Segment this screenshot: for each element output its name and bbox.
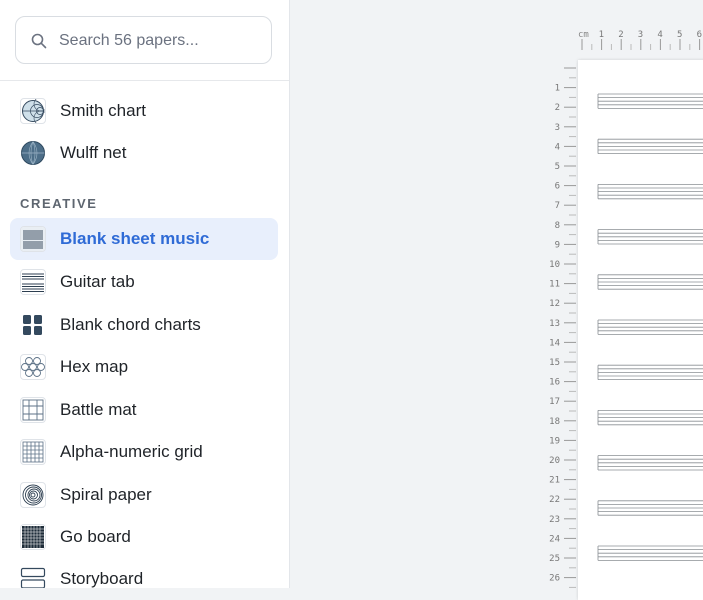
ruler-label: 4 xyxy=(555,142,560,152)
sidebar: Smith chart Wulff net CREATIVE xyxy=(0,0,290,588)
ruler-label: 19 xyxy=(549,436,560,446)
sidebar-item-blank-sheet-music[interactable]: Blank sheet music xyxy=(10,218,278,260)
ruler-label: 4 xyxy=(657,30,662,40)
ruler-label: 25 xyxy=(549,554,560,564)
staff-lines xyxy=(597,93,703,561)
ruler-label: 1 xyxy=(599,30,604,40)
vertical-ruler: 1234567891011121314151617181920212223242… xyxy=(549,67,576,588)
ruler-label: 2 xyxy=(555,103,560,113)
go-board-icon xyxy=(20,524,46,550)
paper-sheet xyxy=(578,60,703,600)
ruler-label: 9 xyxy=(555,240,560,250)
alpha-numeric-grid-icon xyxy=(20,439,46,465)
sidebar-item-label: Blank sheet music xyxy=(60,229,210,248)
paper-preview: cm 1 2 3 4 5 6 1 2 3 4 5 6 7 8 9 10 11 12 13 14 15 16 17 18 19 20… xyxy=(290,0,703,600)
ruler-label: 13 xyxy=(549,319,560,329)
ruler-label: 8 xyxy=(555,221,560,231)
sidebar-item-guitar-tab[interactable]: Guitar tab xyxy=(10,261,278,303)
ruler-label: 17 xyxy=(549,397,560,407)
ruler-label: 26 xyxy=(549,574,560,584)
sidebar-item-battle-mat[interactable]: Battle mat xyxy=(10,389,278,431)
ruler-label: 2 xyxy=(618,30,623,40)
sidebar-divider xyxy=(0,80,289,81)
ruler-label: 16 xyxy=(549,378,560,388)
music-staff xyxy=(597,409,703,426)
music-staff xyxy=(597,500,703,516)
search-icon xyxy=(31,33,47,49)
smith-chart-icon xyxy=(20,98,46,124)
sidebar-item-label: Alpha-numeric grid xyxy=(60,442,203,461)
storyboard-icon xyxy=(20,566,46,588)
sidebar-item-hex-map[interactable]: Hex map xyxy=(10,346,278,388)
ruler-label: 5 xyxy=(677,30,682,40)
ruler-label: 18 xyxy=(549,417,560,427)
search-input[interactable] xyxy=(59,29,259,53)
ruler-label: 23 xyxy=(549,515,560,525)
horizontal-ruler: cm 1 2 3 4 5 6 xyxy=(578,30,702,50)
sidebar-item-label: Blank chord charts xyxy=(60,315,201,334)
ruler-label: 24 xyxy=(549,534,560,544)
ruler-label: 6 xyxy=(697,30,702,40)
hex-map-icon xyxy=(20,354,46,380)
sidebar-item-spiral-paper[interactable]: Spiral paper xyxy=(10,474,278,516)
wulff-net-icon xyxy=(20,140,46,166)
sidebar-item-label: Smith chart xyxy=(60,101,146,120)
sidebar-item-label: Guitar tab xyxy=(60,272,135,291)
ruler-label: 1 xyxy=(555,84,560,94)
music-staff xyxy=(597,364,703,381)
music-staff xyxy=(597,138,703,154)
music-staff xyxy=(597,319,703,335)
sidebar-item-go-board[interactable]: Go board xyxy=(10,516,278,558)
music-staff xyxy=(597,93,703,109)
sidebar-item-label: Storyboard xyxy=(60,569,144,588)
ruler-label: 11 xyxy=(549,280,560,290)
sidebar-item-smith-chart[interactable]: Smith chart xyxy=(10,90,278,132)
music-staff xyxy=(597,545,703,561)
ruler-label: 7 xyxy=(555,201,560,211)
music-staff xyxy=(597,455,703,471)
ruler-label: 14 xyxy=(549,338,560,348)
ruler-label: 12 xyxy=(549,299,560,309)
ruler-label: 22 xyxy=(549,495,560,505)
chord-chart-icon xyxy=(20,312,46,338)
sidebar-item-blank-chord-charts[interactable]: Blank chord charts xyxy=(10,304,278,346)
ruler-label: 20 xyxy=(549,456,560,466)
search-box[interactable] xyxy=(15,16,272,64)
section-heading-creative: CREATIVE xyxy=(20,196,98,211)
ruler-label: 3 xyxy=(555,123,560,133)
sidebar-item-alpha-numeric-grid[interactable]: Alpha-numeric grid xyxy=(10,431,278,473)
ruler-label: 10 xyxy=(549,260,560,270)
sheet-music-icon xyxy=(20,226,46,252)
guitar-tab-icon xyxy=(20,269,46,295)
sidebar-item-label: Wulff net xyxy=(60,143,127,162)
ruler-unit-label: cm xyxy=(578,30,589,40)
sidebar-item-label: Battle mat xyxy=(60,400,137,419)
sidebar-item-label: Hex map xyxy=(60,357,129,376)
sidebar-item-wulff-net[interactable]: Wulff net xyxy=(10,132,278,174)
music-staff xyxy=(597,274,703,290)
music-staff xyxy=(597,184,703,200)
ruler-label: 3 xyxy=(638,30,643,40)
sidebar-item-label: Go board xyxy=(60,527,131,546)
battle-mat-icon xyxy=(20,397,46,423)
music-staff xyxy=(597,229,703,245)
ruler-label: 5 xyxy=(555,162,560,172)
sidebar-item-label: Spiral paper xyxy=(60,485,152,504)
sidebar-item-storyboard[interactable]: Storyboard xyxy=(10,558,278,588)
ruler-label: 15 xyxy=(549,358,560,368)
ruler-label: 6 xyxy=(555,182,560,192)
ruler-label: 21 xyxy=(549,476,560,486)
spiral-icon xyxy=(20,482,46,508)
